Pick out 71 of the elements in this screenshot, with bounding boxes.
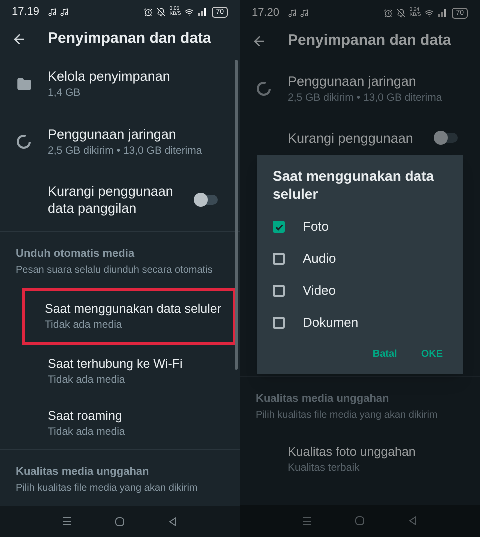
settings-item[interactable]: Kelola penyimpanan 1,4 GB <box>0 53 240 116</box>
option-label: Foto <box>303 218 330 236</box>
item-subtitle: 1,4 GB <box>48 86 82 101</box>
checkbox[interactable] <box>273 221 285 233</box>
item-title: Kurangi penggunaan <box>288 130 414 146</box>
toggle-switch[interactable] <box>436 133 458 143</box>
alarm-icon <box>384 8 393 18</box>
dialog-button[interactable]: Batal <box>372 347 398 362</box>
back-icon[interactable] <box>12 32 27 47</box>
app-bar-title: Penyimpanan dan data <box>48 28 212 49</box>
home-icon[interactable] <box>114 516 125 527</box>
menu-icon[interactable] <box>302 516 312 526</box>
item-title: Saat terhubung ke Wi-Fi <box>48 356 184 373</box>
signal-icon <box>438 9 448 17</box>
settings-item[interactable]: Penggunaan jaringan 2,5 GB dikirim • 13,0 GB diterima <box>240 62 480 116</box>
section-description: Pilih kualitas file media yang akan dikirim <box>16 482 199 496</box>
option-label: Video <box>303 282 336 300</box>
music-note-icon <box>60 8 69 17</box>
music-note-icon <box>48 8 57 17</box>
section-description: Pilih kualitas file media yang akan dikirim <box>256 409 439 423</box>
dialog-button[interactable]: OKE <box>421 347 443 362</box>
item-title: Kelola penyimpanan <box>48 68 170 86</box>
music-note-icon <box>300 8 309 18</box>
menu-icon[interactable] <box>62 517 72 526</box>
data-usage-icon <box>256 81 272 97</box>
app-bar-title: Penyimpanan dan data <box>288 30 452 51</box>
settings-item[interactable]: Kurangi penggunaan <box>240 116 480 160</box>
item-title: Kualitas foto unggahan <box>288 444 417 460</box>
settings-item[interactable]: Saat roaming Tidak ada media <box>0 397 240 450</box>
signal-icon <box>198 8 208 16</box>
item-subtitle: Kualitas terbaik <box>288 460 361 476</box>
mute-icon <box>396 8 406 18</box>
settings-item[interactable]: Penggunaan jaringan 2,5 GB dikirim • 13,0 GB diterima <box>0 115 240 170</box>
back-triangle-icon[interactable] <box>168 516 178 527</box>
option-label: Dokumen <box>303 314 359 332</box>
settings-item[interactable]: Saat terhubung ke Wi-Fi Tidak ada media <box>0 345 240 398</box>
status-time: 17.20 <box>252 6 280 21</box>
item-subtitle: Tidak ada media <box>45 318 124 334</box>
section-header: Unduh otomatis media <box>16 247 136 262</box>
section-header: Kualitas media unggahan <box>16 465 150 480</box>
mute-icon <box>156 8 166 17</box>
section-description: Pesan suara selalu diunduh secara otomatis <box>16 264 214 278</box>
settings-item[interactable]: Kualitas foto unggahan Kualitas terbaik <box>240 433 480 485</box>
item-title: Penggunaan jaringan <box>48 126 178 144</box>
music-note-icon <box>288 8 297 18</box>
item-subtitle: Tidak ada media <box>48 424 126 440</box>
settings-item[interactable]: Saat menggunakan data seluler Tidak ada media <box>22 288 236 346</box>
item-subtitle: 2,5 GB dikirim • 13,0 GB diterima <box>48 144 202 159</box>
checkbox[interactable] <box>273 317 285 329</box>
wifi-icon <box>425 8 434 18</box>
back-icon[interactable] <box>252 34 267 48</box>
alarm-icon <box>144 8 153 17</box>
checkbox[interactable] <box>273 285 285 297</box>
wifi-icon <box>185 8 194 17</box>
item-title: Saat roaming <box>48 408 124 425</box>
checkbox[interactable] <box>273 253 285 265</box>
dialog-title: Saat menggunakan data seluler <box>273 167 436 203</box>
home-icon[interactable] <box>354 516 365 526</box>
toggle-switch[interactable] <box>196 195 218 206</box>
item-title: Penggunaan jaringan <box>288 72 418 90</box>
data-usage-icon <box>16 134 32 150</box>
option-label: Audio <box>303 250 336 268</box>
item-title: Kurangi penggunaan data panggilan <box>48 183 174 218</box>
folder-icon <box>16 76 32 92</box>
settings-item[interactable]: Kurangi penggunaan data panggilan <box>0 169 240 232</box>
item-title: Saat menggunakan data seluler <box>45 301 223 318</box>
back-triangle-icon[interactable] <box>408 516 418 526</box>
status-time: 17.19 <box>12 5 40 20</box>
item-subtitle: Tidak ada media <box>48 372 126 388</box>
section-header: Kualitas media unggahan <box>256 392 390 407</box>
item-subtitle: 2,5 GB dikirim • 13,0 GB diterima <box>288 90 442 106</box>
